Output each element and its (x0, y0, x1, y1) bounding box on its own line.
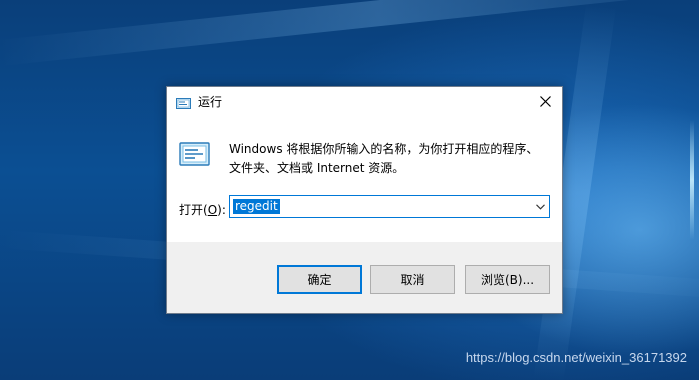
run-dialog: 运行 Windows 将根据你所输入的名称，为你打开相应的程序、 文件夹、文档或… (166, 86, 563, 314)
title-bar[interactable]: 运行 (167, 87, 562, 116)
run-icon (176, 95, 192, 109)
open-label-suffix: ): (217, 203, 226, 217)
close-icon (539, 96, 551, 107)
open-label: 打开(O): (179, 201, 226, 218)
chevron-down-icon (535, 203, 545, 210)
description-line: 文件夹、文档或 Internet 资源。 (229, 161, 405, 175)
dropdown-button[interactable] (531, 196, 549, 217)
description-line: Windows 将根据你所输入的名称，为你打开相应的程序、 (229, 142, 539, 156)
run-icon (179, 139, 211, 169)
wallpaper-glow (690, 120, 694, 240)
open-combobox[interactable]: regedit (229, 195, 550, 218)
watermark-text: https://blog.csdn.net/weixin_36171392 (465, 350, 687, 365)
open-label-prefix: 打开( (179, 203, 208, 217)
dialog-description: Windows 将根据你所输入的名称，为你打开相应的程序、 文件夹、文档或 In… (229, 140, 549, 178)
browse-button[interactable]: 浏览(B)... (465, 265, 550, 294)
close-button[interactable] (528, 87, 562, 116)
open-label-access-key: O (207, 203, 218, 217)
dialog-title: 运行 (198, 95, 223, 109)
ok-button[interactable]: 确定 (277, 265, 362, 294)
desktop-background: 运行 Windows 将根据你所输入的名称，为你打开相应的程序、 文件夹、文档或… (0, 0, 699, 380)
cancel-button[interactable]: 取消 (370, 265, 455, 294)
open-input-value[interactable]: regedit (233, 199, 280, 214)
